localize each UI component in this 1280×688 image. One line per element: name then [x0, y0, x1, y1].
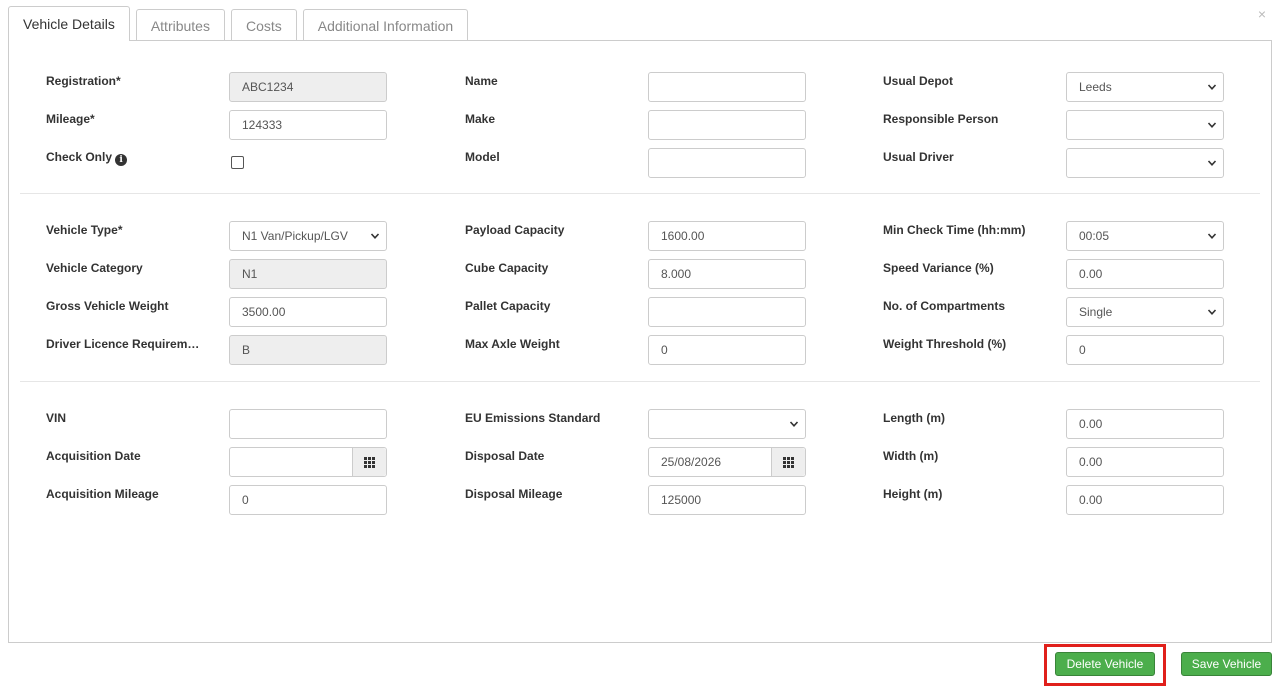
vehicle-type-label: Vehicle Type* [46, 223, 123, 237]
vehicle-details-panel: Registration* ABC1234 Mileage* 124333 Ch… [8, 40, 1272, 643]
payload-capacity-label: Payload Capacity [465, 223, 565, 237]
disposal-date-label: Disposal Date [465, 449, 545, 463]
disposal-date-value: 25/08/2026 [661, 455, 722, 469]
section-divider [20, 193, 1260, 194]
driver-licence-label: Driver Licence Requirem… [46, 337, 200, 351]
min-check-time-value: 00:05 [1079, 229, 1110, 243]
disposal-date-input[interactable]: 25/08/2026 [648, 447, 806, 477]
compartments-label: No. of Compartments [883, 299, 1006, 313]
width-input[interactable]: 0.00 [1066, 447, 1224, 477]
close-icon[interactable]: × [1258, 6, 1266, 22]
min-check-time-label: Min Check Time (hh:mm) [883, 223, 1026, 237]
pallet-capacity-input[interactable] [648, 297, 806, 327]
make-label: Make [465, 112, 496, 126]
pallet-capacity-label: Pallet Capacity [465, 299, 551, 313]
tab-costs[interactable]: Costs [230, 9, 297, 41]
gross-vehicle-weight-label: Gross Vehicle Weight [46, 299, 169, 313]
usual-depot-value: Leeds [1079, 80, 1112, 94]
model-input[interactable] [648, 148, 806, 178]
tab-bar: Vehicle Details Attributes Costs Additio… [8, 6, 474, 41]
vin-input[interactable] [229, 409, 387, 439]
acquisition-mileage-label: Acquisition Mileage [46, 487, 159, 501]
chevron-down-icon [370, 222, 380, 250]
eu-emissions-label: EU Emissions Standard [465, 411, 601, 425]
chevron-down-icon [1207, 222, 1217, 250]
delete-button-highlight [1044, 644, 1166, 686]
speed-variance-input[interactable]: 0.00 [1066, 259, 1224, 289]
info-icon[interactable]: i [115, 154, 128, 166]
usual-driver-label: Usual Driver [883, 150, 954, 164]
gross-vehicle-weight-input[interactable]: 3500.00 [229, 297, 387, 327]
check-only-label: Check Only i [46, 150, 128, 166]
payload-capacity-input[interactable]: 1600.00 [648, 221, 806, 251]
vehicle-category-input: N1 [229, 259, 387, 289]
name-label: Name [465, 74, 498, 88]
tab-vehicle-details[interactable]: Vehicle Details [8, 6, 130, 41]
mileage-label: Mileage* [46, 112, 95, 126]
name-input[interactable] [648, 72, 806, 102]
disposal-mileage-label: Disposal Mileage [465, 487, 563, 501]
weight-threshold-input[interactable]: 0 [1066, 335, 1224, 365]
vehicle-type-value: N1 Van/Pickup/LGV [242, 229, 348, 243]
registration-input: ABC1234 [229, 72, 387, 102]
chevron-down-icon [1207, 298, 1217, 326]
check-only-label-text: Check Only [46, 150, 113, 164]
responsible-person-label: Responsible Person [883, 112, 999, 126]
tab-additional-information[interactable]: Additional Information [302, 9, 469, 41]
save-vehicle-button[interactable]: Save Vehicle [1181, 652, 1272, 676]
responsible-person-select[interactable] [1066, 110, 1224, 140]
length-input[interactable]: 0.00 [1066, 409, 1224, 439]
calendar-icon[interactable] [771, 448, 805, 476]
width-label: Width (m) [883, 449, 939, 463]
cube-capacity-label: Cube Capacity [465, 261, 549, 275]
chevron-down-icon [1207, 111, 1217, 139]
usual-driver-select[interactable] [1066, 148, 1224, 178]
length-label: Length (m) [883, 411, 945, 425]
compartments-value: Single [1079, 305, 1113, 319]
acquisition-date-input[interactable] [229, 447, 387, 477]
usual-depot-label: Usual Depot [883, 74, 954, 88]
disposal-mileage-input[interactable]: 125000 [648, 485, 806, 515]
vehicle-category-label: Vehicle Category [46, 261, 143, 275]
speed-variance-label: Speed Variance (%) [883, 261, 994, 275]
tab-attributes[interactable]: Attributes [135, 9, 225, 41]
mileage-input[interactable]: 124333 [229, 110, 387, 140]
vehicle-dialog: Vehicle Details Attributes Costs Additio… [0, 0, 1280, 688]
driver-licence-input: B [229, 335, 387, 365]
vin-label: VIN [46, 411, 67, 425]
eu-emissions-select[interactable] [648, 409, 806, 439]
check-only-checkbox[interactable] [231, 156, 244, 169]
min-check-time-select[interactable]: 00:05 [1066, 221, 1224, 251]
calendar-icon[interactable] [352, 448, 386, 476]
chevron-down-icon [1207, 73, 1217, 101]
max-axle-weight-label: Max Axle Weight [465, 337, 560, 351]
acquisition-date-label: Acquisition Date [46, 449, 141, 463]
compartments-select[interactable]: Single [1066, 297, 1224, 327]
registration-label: Registration* [46, 74, 121, 88]
section-divider [20, 381, 1260, 382]
max-axle-weight-input[interactable]: 0 [648, 335, 806, 365]
weight-threshold-label: Weight Threshold (%) [883, 337, 1007, 351]
cube-capacity-input[interactable]: 8.000 [648, 259, 806, 289]
chevron-down-icon [1207, 149, 1217, 177]
height-input[interactable]: 0.00 [1066, 485, 1224, 515]
model-label: Model [465, 150, 500, 164]
chevron-down-icon [789, 410, 799, 438]
vehicle-type-select[interactable]: N1 Van/Pickup/LGV [229, 221, 387, 251]
height-label: Height (m) [883, 487, 943, 501]
make-input[interactable] [648, 110, 806, 140]
usual-depot-select[interactable]: Leeds [1066, 72, 1224, 102]
acquisition-mileage-input[interactable]: 0 [229, 485, 387, 515]
